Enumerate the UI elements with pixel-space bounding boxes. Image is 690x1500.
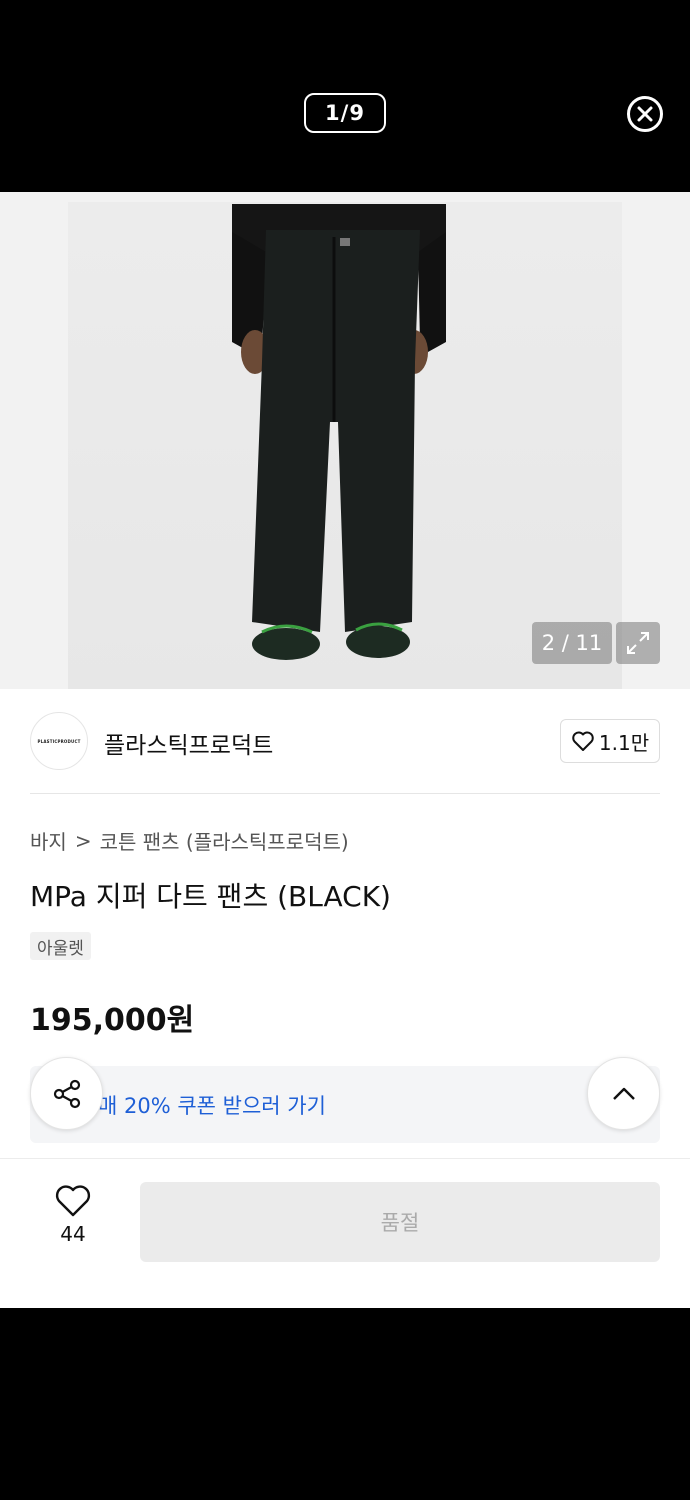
- share-icon: [53, 1079, 80, 1108]
- heart-icon: [55, 1185, 91, 1217]
- outlet-badge: 아울렛: [30, 932, 91, 960]
- scroll-top-button[interactable]: [587, 1057, 660, 1130]
- brand-row[interactable]: PLASTICPRODUCT 플라스틱프로덕트 1.1만: [30, 712, 660, 770]
- expand-button[interactable]: [616, 622, 660, 664]
- coupon-text: 매 20% 쿠폰 받으러 가기: [98, 1094, 326, 1118]
- close-icon: [637, 106, 653, 122]
- expand-icon: [627, 632, 649, 654]
- breadcrumb: 바지 > 코튼 팬츠 (플라스틱프로덕트): [30, 826, 349, 855]
- breadcrumb-category[interactable]: 바지: [30, 826, 67, 855]
- coupon-banner[interactable]: 매 20% 쿠폰 받으러 가기: [30, 1066, 660, 1143]
- share-button[interactable]: [30, 1057, 103, 1130]
- viewer-topbar: 1/9: [0, 0, 690, 192]
- product-sheet: 2 / 11 PLASTICPRODUCT 플라스틱프로덕트 1.1만 바지 >…: [0, 192, 690, 1308]
- brand-like-count: 1.1만: [598, 730, 650, 755]
- heart-icon: [572, 731, 594, 751]
- brand-logo[interactable]: PLASTICPRODUCT: [30, 712, 88, 770]
- breadcrumb-separator: >: [74, 828, 92, 853]
- image-counter: 2 / 11: [532, 622, 612, 664]
- bottom-bar-divider: [0, 1158, 690, 1159]
- product-image[interactable]: 2 / 11: [0, 192, 690, 689]
- product-title: MPa 지퍼 다트 팬츠 (BLACK): [30, 880, 391, 913]
- chevron-up-icon: [612, 1087, 635, 1100]
- wish-button[interactable]: 44: [48, 1184, 98, 1254]
- divider: [30, 793, 660, 794]
- wish-count: 44: [60, 1222, 86, 1246]
- model-illustration: [232, 204, 446, 660]
- brand-like-button[interactable]: 1.1만: [560, 719, 660, 763]
- viewer-page-counter: 1/9: [304, 93, 386, 133]
- soldout-button: 품절: [140, 1182, 660, 1262]
- brand-name[interactable]: 플라스틱프로덕트: [104, 726, 273, 760]
- breadcrumb-subcategory[interactable]: 코튼 팬츠 (플라스틱프로덕트): [100, 826, 349, 855]
- product-price: 195,000원: [30, 1003, 195, 1038]
- close-button[interactable]: [627, 96, 663, 132]
